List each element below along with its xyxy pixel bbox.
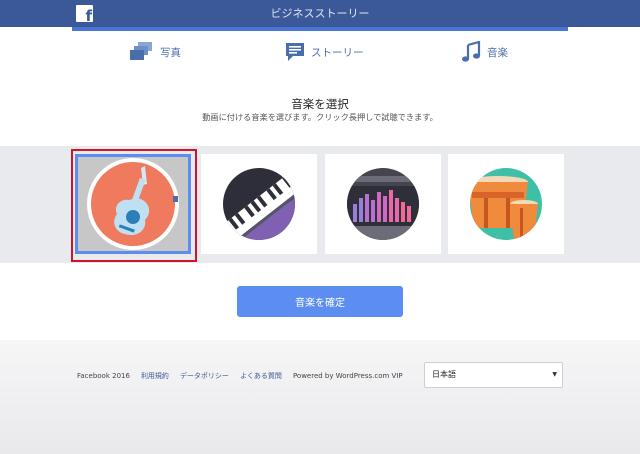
footer-link-data-policy[interactable]: データポリシー (180, 371, 229, 381)
story-icon (286, 43, 304, 61)
drums-icon (470, 168, 542, 240)
music-option-drums[interactable] (448, 154, 564, 254)
footer-link-terms[interactable]: 利用規約 (141, 371, 169, 381)
footer-links: Facebook 2016 利用規約 データポリシー よくある質問 Powere… (77, 371, 414, 381)
equalizer-icon (347, 168, 419, 240)
tab-story[interactable]: ストーリー (285, 40, 364, 64)
tab-music[interactable]: 音楽 (461, 40, 508, 64)
tab-photos-label: 写真 (160, 46, 181, 59)
footer-powered-by[interactable]: Powered by WordPress.com VIP (293, 372, 403, 380)
tab-music-label: 音楽 (487, 46, 508, 59)
tab-story-label: ストーリー (311, 46, 364, 59)
footer (0, 340, 640, 454)
language-select-value: 日本語 (432, 370, 456, 379)
language-select[interactable]: 日本語 ▼ (424, 362, 563, 388)
header-accent-line (72, 27, 568, 31)
footer-link-faq[interactable]: よくある質問 (240, 371, 282, 381)
keyboard-icon (223, 168, 295, 240)
confirm-music-button[interactable]: 音楽を確定 (237, 286, 403, 317)
page-header-title: ビジネスストーリー (270, 7, 370, 20)
music-option-equalizer[interactable] (325, 154, 441, 254)
music-option-keyboard[interactable] (201, 154, 317, 254)
dropdown-arrow-icon: ▼ (552, 371, 557, 378)
section-subtitle: 動画に付ける音楽を選びます。クリック長押しで試聴できます。 (202, 112, 438, 122)
music-note-icon (462, 41, 481, 62)
guitar-icon (87, 158, 179, 250)
photos-icon (130, 42, 152, 60)
music-option-guitar[interactable] (75, 154, 191, 254)
footer-copyright: Facebook 2016 (77, 372, 130, 380)
tab-photos[interactable]: 写真 (128, 40, 181, 64)
section-title: 音楽を選択 (291, 97, 349, 111)
